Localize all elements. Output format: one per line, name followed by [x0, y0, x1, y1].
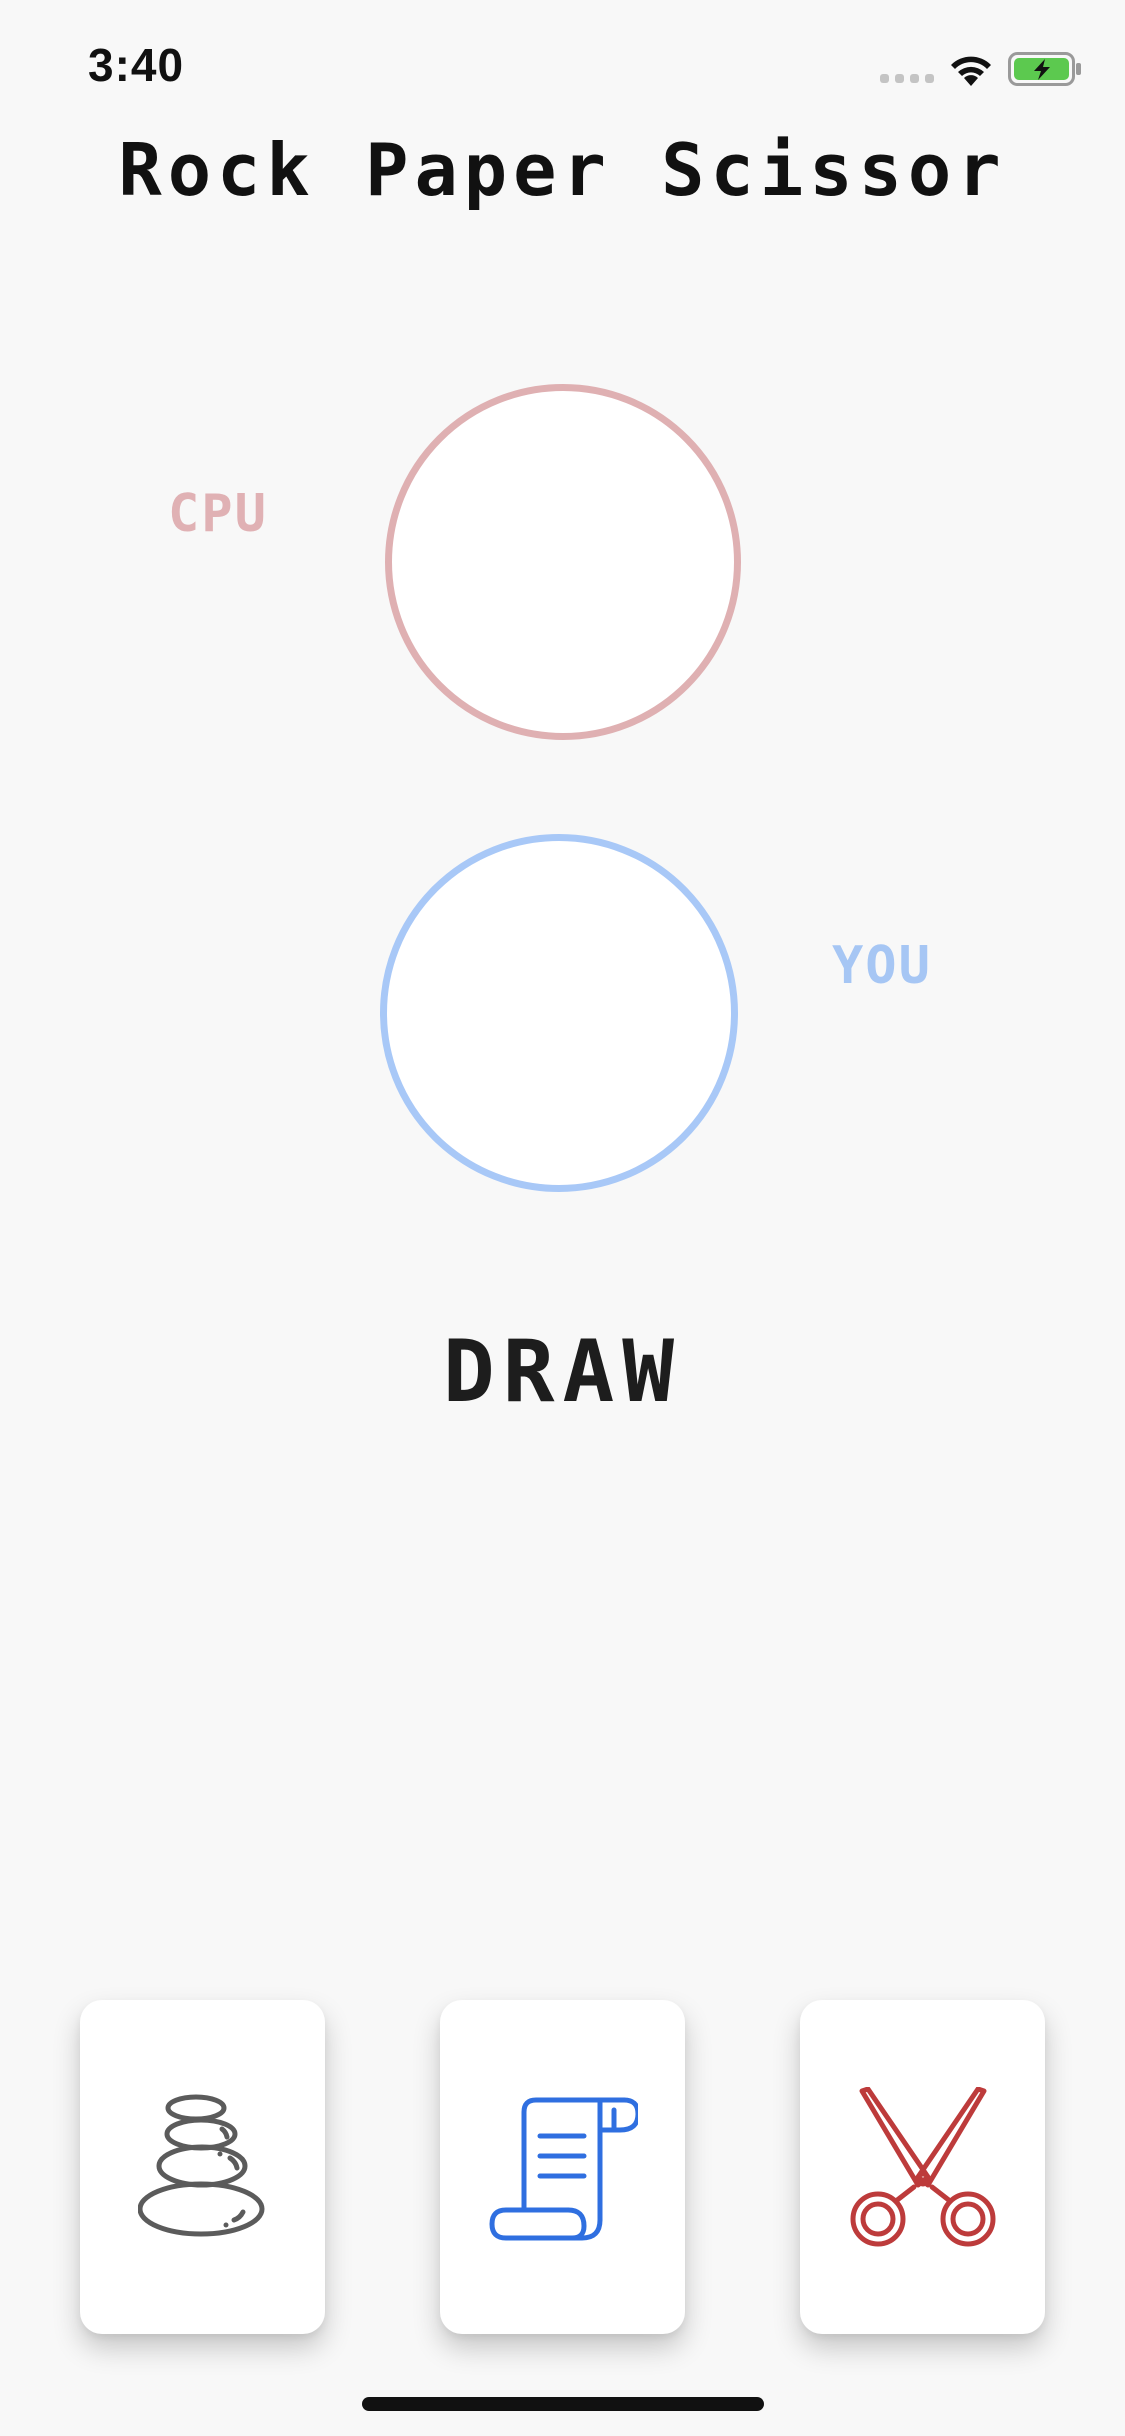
- status-time: 3:40: [88, 39, 185, 91]
- status-bar: 3:40: [0, 0, 1125, 140]
- scissor-button[interactable]: [800, 2000, 1045, 2334]
- wifi-icon: [951, 56, 991, 86]
- rock-stack-icon: [137, 2094, 264, 2237]
- paper-scroll-icon: [489, 2097, 638, 2241]
- player-choice-circle: [380, 834, 738, 1192]
- home-indicator[interactable]: [362, 2397, 764, 2411]
- paper-button[interactable]: [440, 2000, 685, 2334]
- cpu-choice-circle: [385, 384, 741, 740]
- player-label: YOU: [832, 936, 932, 996]
- cpu-label: CPU: [168, 484, 268, 544]
- rock-button[interactable]: [80, 2000, 325, 2334]
- result-text: DRAW: [442, 1322, 683, 1422]
- cellular-signal-icon: [880, 74, 934, 83]
- battery-charging-icon: [1008, 52, 1081, 86]
- page-title: Rock Paper Scissor: [118, 128, 1007, 212]
- scissors-icon: [850, 2087, 995, 2247]
